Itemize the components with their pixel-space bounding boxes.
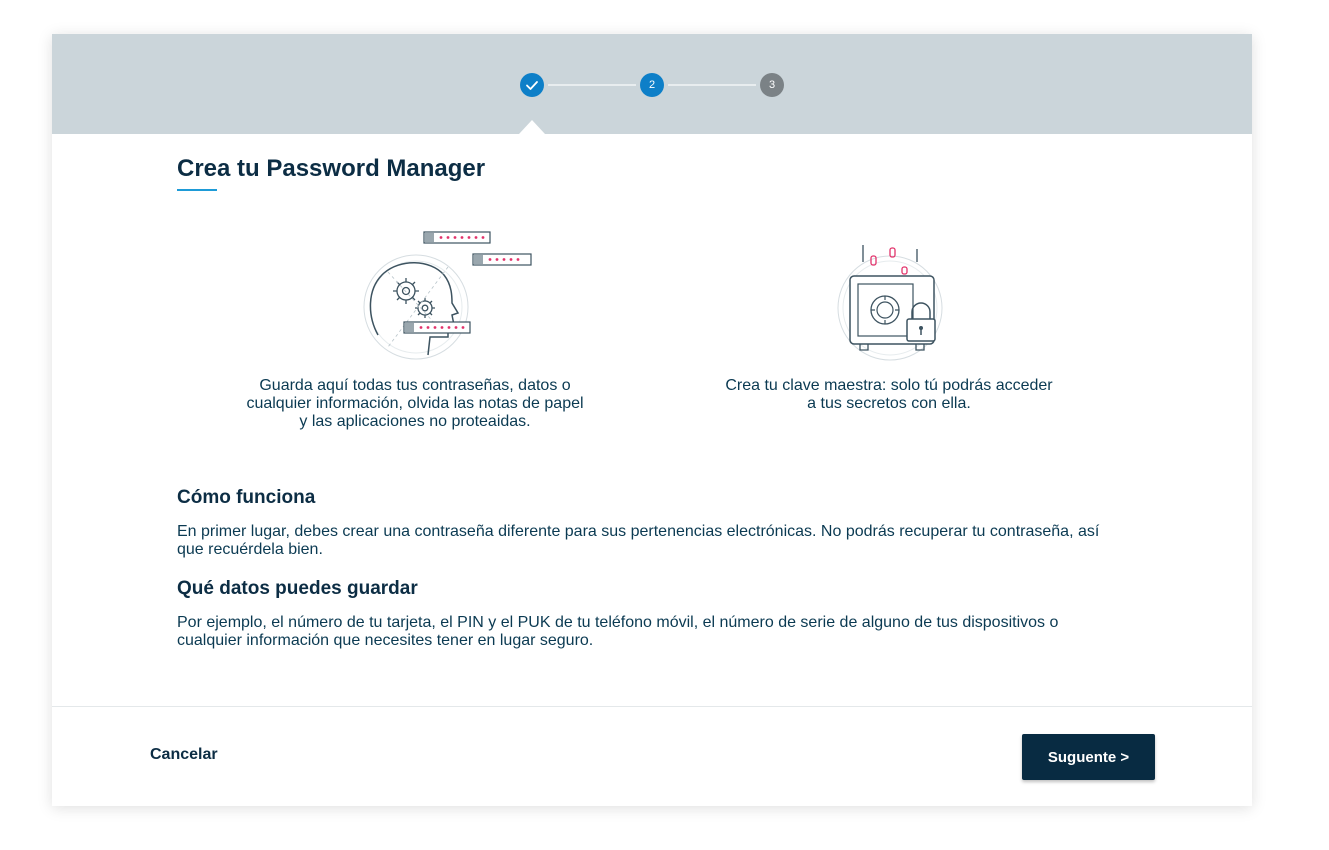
section-title-how-it-works: Cómo funciona	[177, 487, 316, 508]
active-step-pointer	[519, 120, 545, 134]
stepper: 2 3	[52, 34, 1252, 134]
step-connector	[548, 84, 636, 86]
step-2-active: 2	[640, 73, 664, 97]
step-3-pending: 3	[760, 73, 784, 97]
section-text-what-to-store: Por ejemplo, el número de tu tarjeta, el…	[177, 614, 1059, 649]
step-connector	[668, 84, 756, 86]
next-button[interactable]: Suguente >	[1022, 734, 1155, 780]
safe-lock-icon	[834, 240, 954, 375]
head-gears-passwords-icon	[348, 227, 548, 372]
wizard-modal: 2 3 Crea tu Password Manager Guarda aquí…	[52, 34, 1252, 806]
feature-text: Crea tu clave maestra: solo tú podrás ac…	[725, 377, 1053, 412]
page-title: Crea tu Password Manager	[177, 155, 486, 182]
section-title-what-to-store: Qué datos puedes guardar	[177, 578, 418, 599]
check-icon	[526, 81, 538, 90]
title-underline	[177, 189, 217, 191]
cancel-button[interactable]: Cancelar	[150, 746, 218, 764]
step-1-completed	[520, 73, 544, 97]
section-text-how-it-works: En primer lugar, debes crear una contras…	[177, 523, 1100, 558]
feature-text: Guarda aquí todas tus contraseñas, datos…	[246, 377, 584, 430]
footer-divider	[52, 706, 1252, 707]
